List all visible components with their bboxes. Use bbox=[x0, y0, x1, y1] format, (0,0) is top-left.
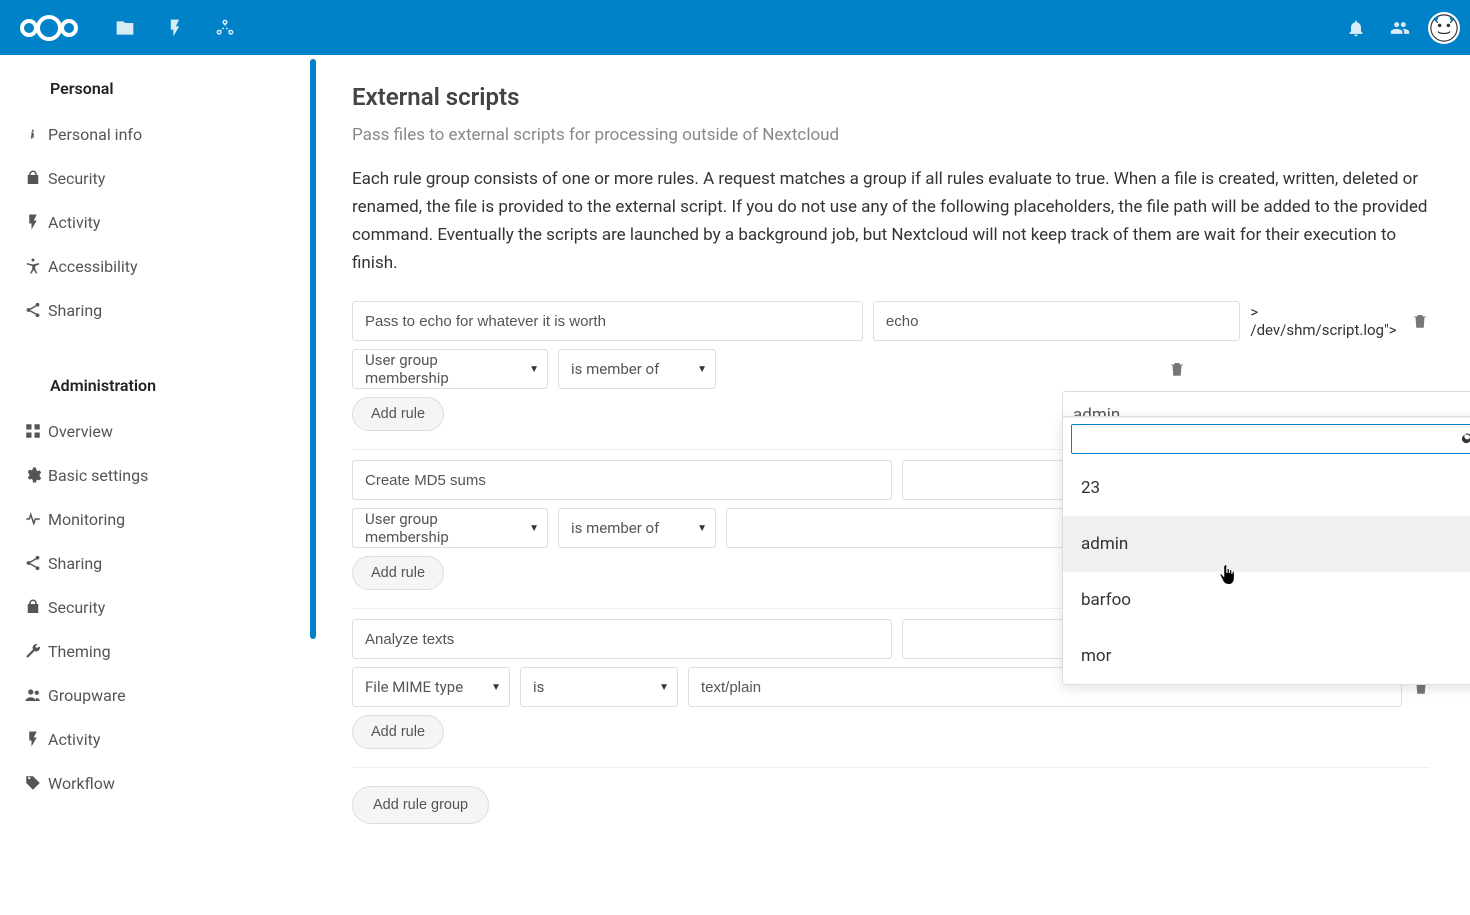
sidebar-section-admin: Administration bbox=[0, 362, 312, 409]
group-value-select-placeholder bbox=[726, 349, 1156, 389]
rule-operator-select[interactable]: is member of▼ bbox=[558, 508, 716, 548]
sidebar-item-label: Basic settings bbox=[48, 466, 148, 485]
top-nav bbox=[100, 3, 250, 53]
lock-icon bbox=[18, 598, 48, 616]
sidebar-item-security[interactable]: Security bbox=[0, 156, 312, 200]
sidebar-item-groupware[interactable]: Groupware bbox=[0, 673, 312, 717]
dropdown-option[interactable]: 23 bbox=[1063, 460, 1470, 516]
delete-group-button[interactable] bbox=[1409, 310, 1430, 332]
tag-icon bbox=[18, 774, 48, 792]
rule-check-select[interactable]: User group membership▼ bbox=[352, 508, 548, 548]
sidebar-item-overview[interactable]: Overview bbox=[0, 409, 312, 453]
lock-icon bbox=[18, 169, 48, 187]
sidebar-item-label: Groupware bbox=[48, 686, 126, 705]
group-name-input[interactable] bbox=[352, 619, 892, 659]
sidebar-item-label: Theming bbox=[48, 642, 111, 661]
sidebar-item-basic-settings[interactable]: Basic settings bbox=[0, 453, 312, 497]
topbar-right bbox=[1334, 0, 1460, 55]
sidebar-item-label: Activity bbox=[48, 213, 100, 232]
add-rule-button[interactable]: Add rule bbox=[352, 715, 444, 749]
add-rule-button[interactable]: Add rule bbox=[352, 397, 444, 431]
rule-check-select[interactable]: User group membership▼ bbox=[352, 349, 548, 389]
sidebar-item-activity[interactable]: Activity bbox=[0, 717, 312, 761]
gear-icon bbox=[18, 466, 48, 484]
grid-icon bbox=[18, 422, 48, 440]
sidebar-item-label: Activity bbox=[48, 730, 100, 749]
main-content: External scripts Pass files to external … bbox=[312, 55, 1470, 915]
sidebar-item-label: Security bbox=[48, 598, 105, 617]
group-name-input[interactable] bbox=[352, 460, 892, 500]
dropdown-option[interactable]: mor bbox=[1063, 628, 1470, 684]
app-logo[interactable] bbox=[18, 11, 80, 45]
sidebar-item-personal-info[interactable]: i Personal info bbox=[0, 112, 312, 156]
group-name-input[interactable] bbox=[352, 301, 863, 341]
sidebar-item-label: Security bbox=[48, 169, 105, 188]
sidebar-item-label: Monitoring bbox=[48, 510, 125, 529]
info-icon: i bbox=[18, 125, 48, 143]
dropdown-option[interactable]: barfoo bbox=[1063, 572, 1470, 628]
contacts-icon[interactable] bbox=[1378, 3, 1422, 53]
sidebar-item-accessibility[interactable]: Accessibility bbox=[0, 244, 312, 288]
sidebar-item-theming[interactable]: Theming bbox=[0, 629, 312, 673]
rule-check-select[interactable]: File MIME type▼ bbox=[352, 667, 510, 707]
pulse-icon bbox=[18, 510, 48, 528]
dropdown-option[interactable]: admin bbox=[1063, 516, 1470, 572]
nav-share-icon[interactable] bbox=[200, 3, 250, 53]
nav-files-icon[interactable] bbox=[100, 3, 150, 53]
group-value-select-open[interactable]: admin ▼ bbox=[1062, 391, 1470, 419]
sidebar-item-sharing[interactable]: Sharing bbox=[0, 541, 312, 585]
container: Personal i Personal info Security Activity A… bbox=[0, 55, 1470, 915]
wrench-icon bbox=[18, 642, 48, 660]
bolt-icon bbox=[18, 730, 48, 748]
group-value-dropdown: 23adminbarfoomor bbox=[1062, 416, 1470, 685]
sidebar-item-security[interactable]: Security bbox=[0, 585, 312, 629]
rule-operator-select[interactable]: is member of▼ bbox=[558, 349, 716, 389]
users-icon bbox=[18, 686, 48, 704]
nav-activity-icon[interactable] bbox=[150, 3, 200, 53]
share-icon bbox=[18, 554, 48, 572]
sidebar-item-label: Personal info bbox=[48, 125, 142, 144]
sidebar-item-label: Sharing bbox=[48, 301, 102, 320]
sidebar-item-label: Overview bbox=[48, 422, 113, 441]
share-icon bbox=[18, 301, 48, 319]
sidebar-item-activity[interactable]: Activity bbox=[0, 200, 312, 244]
user-avatar[interactable] bbox=[1428, 12, 1460, 44]
sidebar-item-label: Workflow bbox=[48, 774, 115, 793]
page-description: Each rule group consists of one or more … bbox=[352, 165, 1430, 277]
settings-sidebar: Personal i Personal info Security Activity A… bbox=[0, 55, 312, 915]
add-rule-button[interactable]: Add rule bbox=[352, 556, 444, 590]
bolt-icon bbox=[18, 213, 48, 231]
rule-operator-select[interactable]: is▼ bbox=[520, 667, 678, 707]
page-title: External scripts bbox=[352, 83, 1430, 111]
topbar bbox=[0, 0, 1470, 55]
group-command-input[interactable] bbox=[873, 301, 1241, 341]
accessibility-icon bbox=[18, 257, 48, 275]
svg-text:i: i bbox=[30, 127, 34, 142]
add-rule-group-button[interactable]: Add rule group bbox=[352, 786, 489, 824]
notifications-icon[interactable] bbox=[1334, 3, 1378, 53]
page-subtitle: Pass files to external scripts for proce… bbox=[352, 125, 1430, 145]
sidebar-item-label: Sharing bbox=[48, 554, 102, 573]
sidebar-item-label: Accessibility bbox=[48, 257, 138, 276]
sidebar-section-personal: Personal bbox=[0, 65, 312, 112]
sidebar-item-workflow[interactable]: Workflow bbox=[0, 761, 312, 805]
sidebar-item-sharing[interactable]: Sharing bbox=[0, 288, 312, 332]
dropdown-search-input[interactable] bbox=[1071, 424, 1470, 454]
delete-rule-button[interactable] bbox=[1166, 358, 1188, 380]
search-icon bbox=[1461, 430, 1470, 446]
sidebar-item-monitoring[interactable]: Monitoring bbox=[0, 497, 312, 541]
